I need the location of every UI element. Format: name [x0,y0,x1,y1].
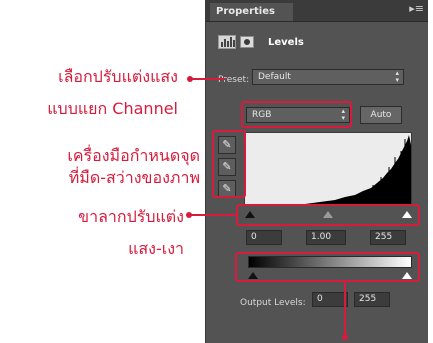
highlight-channel-dropdown [241,101,352,128]
output-black-field[interactable]: 0 [312,292,348,307]
annotation-slider-line1: ขาลากปรับแต่ง [78,207,184,226]
highlight-eyedroppers [212,130,246,198]
panel-tab-bar: Properties ▸≡ [206,0,428,22]
tab-properties[interactable]: Properties [210,3,293,21]
output-white-field[interactable]: 255 [354,292,390,307]
preset-dropdown[interactable]: Default ▴ ▾ [252,69,404,85]
layer-mask-icon[interactable] [240,36,254,48]
input-black-field[interactable]: 0 [246,230,282,245]
histogram [244,132,412,206]
annotation-preset-line1: เลือกปรับแต่งแสง [58,67,178,86]
panel-menu-icon[interactable]: ▸≡ [409,3,424,14]
annotation-output-connector [344,282,346,338]
highlight-input-slider [236,204,420,226]
annotation-slider: ขาลากปรับแต่ง แสง-เงา [40,206,184,260]
annotation-preset-line2: แบบแยก Channel [47,99,178,118]
annotation-slider-line2: แสง-เงา [128,239,184,258]
annotation-preset: เลือกปรับแต่งแสง แบบแยก Channel [18,66,178,120]
input-white-field[interactable]: 255 [370,230,406,245]
preset-value: Default [258,72,291,82]
annotation-eyedroppers-line1: เครื่องมือกำหนดจุด [67,146,200,165]
output-levels-label: Output Levels: [240,298,306,308]
annotation-eyedroppers-line2: ที่มืด-สว่างของภาพ [68,168,200,187]
adjustment-title: Levels [268,37,304,48]
annotation-eyedroppers: เครื่องมือกำหนดจุด ที่มืด-สว่างของภาพ [0,145,200,189]
annotation-preset-connector [190,78,225,80]
annotation-output-dot [342,334,348,340]
input-gamma-field[interactable]: 1.00 [306,230,346,245]
auto-button[interactable]: Auto [360,106,402,124]
dropdown-arrows-icon: ▴ ▾ [395,69,399,84]
preset-label: Preset: [218,75,250,85]
histogram-graph [285,135,411,205]
levels-icon [218,35,236,49]
annotation-slider-connector [189,214,236,216]
highlight-output-slider [235,252,420,282]
